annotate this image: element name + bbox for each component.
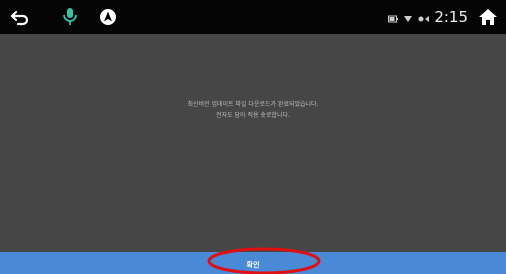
clock-time: 2:15 (434, 8, 468, 26)
dialog-message: 최신버전 업데이트 파일 다운로드가 완료되었습니다. 전자도 담아 적용 숏로… (0, 99, 506, 121)
status-indicators (388, 8, 430, 27)
microphone-icon[interactable] (58, 0, 82, 34)
dialog-message-line2: 전자도 담아 적용 숏로합니다. (216, 112, 290, 119)
wifi-icon (418, 8, 430, 27)
confirm-button-label: 확인 (246, 260, 260, 269)
dialog-message-line1: 최신버전 업데이트 파일 다운로드가 완료되었습니다. (187, 101, 319, 108)
signal-icon (404, 8, 413, 27)
status-bar: 2:15 (0, 0, 506, 34)
home-icon[interactable] (478, 8, 498, 26)
confirm-button[interactable]: 확인 (0, 252, 506, 274)
navigation-icon[interactable] (96, 0, 120, 34)
dialog-content (0, 34, 506, 252)
screen: 2:15 최신버전 업데이트 파일 다운로드가 완료되었습니다. 전자도 담아 … (0, 0, 506, 274)
status-right-group: 2:15 (388, 0, 506, 34)
battery-icon (388, 8, 399, 27)
back-arrow-icon[interactable] (8, 0, 32, 34)
